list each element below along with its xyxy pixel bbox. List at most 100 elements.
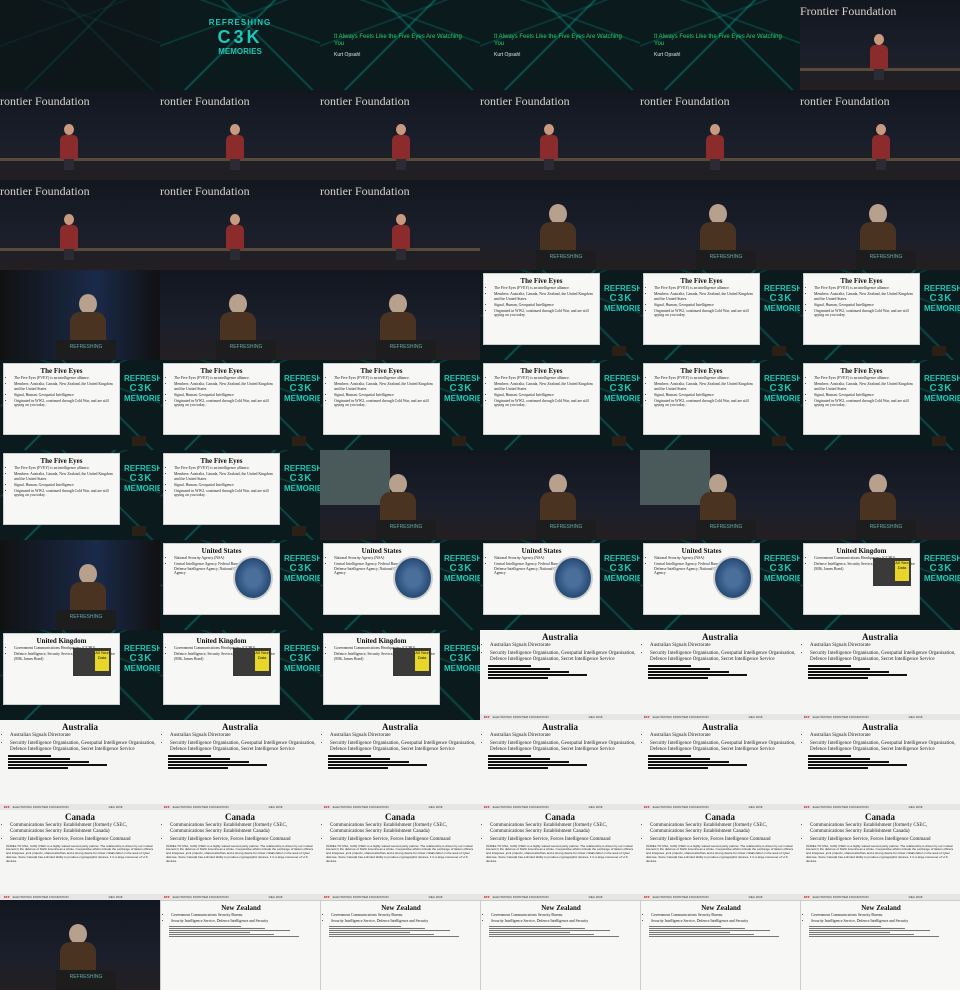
speaker-figure (60, 924, 96, 976)
canada-slide: CanadaCommunications Security Establishm… (640, 810, 800, 900)
text-line (809, 933, 915, 935)
slide-title: The Five Eyes (40, 367, 83, 375)
slide-bullet: Security Intelligence Organisation, Geos… (10, 741, 160, 753)
presenter-figure (226, 214, 244, 260)
frame-56: CanadaCommunications Security Establishm… (160, 810, 320, 900)
slide-bullets: The Five Eyes (FVEY) is an intelligence … (8, 466, 119, 498)
frame-66: New ZealandGovernment Communications Sec… (800, 900, 960, 990)
slide-bullet: The Five Eyes (FVEY) is an intelligence … (174, 466, 279, 471)
event-logo-bottom: MEMORIES (764, 304, 800, 313)
event-logo-bottom: MEMORIES (924, 304, 960, 313)
frame-39: United StatesNational Security Agency (N… (320, 540, 480, 630)
uk-slide: United KingdomGovernment Communications … (3, 633, 120, 705)
event-logo-mid: C3K (929, 563, 953, 574)
slide-bullets: Communications Security Establishment (f… (324, 823, 480, 843)
slide-bullets: Communications Security Establishment (f… (484, 823, 640, 843)
frame-42: United KingdomGovernment Communications … (800, 540, 960, 630)
speaker-figure (380, 474, 416, 526)
frame-29: The Five EyesThe Five Eyes (FVEY) is an … (640, 360, 800, 450)
event-logo-top: REFRESHING (284, 644, 320, 653)
frame-58: CanadaCommunications Security Establishm… (480, 810, 640, 900)
speaker-thumbnail (452, 436, 466, 446)
slide-bullet: Members: Australia, Canada, New Zealand,… (14, 472, 119, 481)
frame-65: New ZealandGovernment Communications Sec… (640, 900, 800, 990)
gchq-photo: All Your Data (233, 648, 271, 676)
foundation-banner: rontier Foundation (800, 94, 890, 108)
event-logo-bottom: MEMORIES (124, 484, 160, 493)
event-logo-bottom: MEMORIES (284, 574, 320, 583)
text-line (489, 931, 570, 933)
slide-title: Australia (382, 722, 418, 732)
slide-bullets: Australian Signals Directorate Security I… (804, 643, 960, 663)
event-logo-mid: C3K (449, 383, 473, 394)
lectern-logo: REFRESHING (549, 524, 583, 530)
slide-title: Canada (64, 812, 95, 822)
slide-bullet: Members: Australia, Canada, New Zealand,… (494, 292, 599, 301)
event-logo: REFRESHINGC3KMEMORIES (924, 554, 960, 583)
stage-scene: REFRESHING (0, 900, 160, 990)
slide-bullet: Members: Australia, Canada, New Zealand,… (814, 292, 919, 301)
event-logo: REFRESHINGC3KMEMORIES (604, 284, 640, 313)
lectern: REFRESHING (376, 520, 436, 540)
slide-bullet: Signal, Human, Geospatial Intelligence (494, 303, 599, 308)
event-logo: REFRESHINGC3KMEMORIES (444, 554, 480, 583)
redaction-bar (648, 766, 709, 769)
text-line (169, 925, 241, 927)
frame-7: rontier Foundation (0, 90, 160, 180)
document-excerpt (648, 664, 792, 679)
frame-17: REFRESHING (640, 180, 800, 270)
all-your-data-sign: All Your Data (95, 650, 109, 671)
event-logo-bottom: MEMORIES (124, 394, 160, 403)
slide-bullet: Members: Australia, Canada, New Zealand,… (494, 382, 599, 391)
event-logo: REFRESHINGC3KMEMORIES (124, 464, 160, 493)
event-logo-bottom: MEMORIES (444, 664, 480, 673)
slide-bullet: Government Communications Security Burea… (491, 913, 640, 918)
slide-title: The Five Eyes (680, 277, 723, 285)
speaker-name: Kurt Opsahl (654, 52, 681, 58)
footer-org: ELECTRONIC FRONTIER FOUNDATION (812, 895, 869, 899)
footer-org: ELECTRONIC FRONTIER FOUNDATION (492, 715, 549, 719)
australia-slide: AustraliaAustralian Signals Directorate S… (640, 630, 800, 720)
lectern-logo: REFRESHING (869, 524, 903, 530)
document-excerpt (168, 754, 312, 769)
redaction-bar (808, 673, 908, 676)
slide-title: The Five Eyes (840, 367, 883, 375)
frame-61: REFRESHING (0, 900, 160, 990)
five_eyes-slide: The Five EyesThe Five Eyes (FVEY) is an … (803, 363, 920, 435)
slide-title: New Zealand (541, 904, 581, 912)
new_zealand-slide: New ZealandGovernment Communications Sec… (480, 900, 640, 990)
slide-bullet: Signal, Human, Geospatial Intelligence (814, 303, 919, 308)
slide-bullet: Signal, Human, Geospatial Intelligence (174, 393, 279, 398)
frame-20: REFRESHING (160, 270, 320, 360)
us-slide: United StatesNational Security Agency (N… (643, 543, 760, 615)
slide-bullets: Government Communications Security Burea… (325, 913, 480, 924)
slide-title: The Five Eyes (520, 277, 563, 285)
speaker-thumbnail (932, 346, 946, 356)
event-logo: REFRESHINGC3KMEMORIES (444, 374, 480, 403)
speaker-thumbnail (292, 436, 306, 446)
frame-64: New ZealandGovernment Communications Sec… (480, 900, 640, 990)
speaker-figure (540, 474, 576, 526)
all-your-data-sign: All Your Data (415, 650, 429, 671)
redaction-bar (648, 754, 692, 757)
stage-scene: REFRESHING (320, 270, 480, 360)
frame-3: It Always Feels Like the Five Eyes Are W… (320, 0, 480, 90)
speaker-head (869, 204, 887, 224)
slide-bullet: Government Communications Security Burea… (651, 913, 800, 918)
event-logo-bottom: MEMORIES (218, 47, 262, 56)
presenter-legs (876, 159, 886, 170)
frame-37: REFRESHING (0, 540, 160, 630)
frame-41: United StatesNational Security Agency (N… (640, 540, 800, 630)
slide-bullet: Members: Australia, Canada, New Zealand,… (14, 382, 119, 391)
footer-date: DEC 2018 (108, 805, 123, 809)
slide-bullet: Security Intelligence Service, Forces In… (10, 837, 160, 843)
redaction-bar (808, 766, 869, 769)
slide-title: Australia (222, 722, 258, 732)
slide-bullet: The Five Eyes (FVEY) is an intelligence … (14, 376, 119, 381)
event-logo-bottom: MEMORIES (444, 574, 480, 583)
slide-title: The Five Eyes (840, 277, 883, 285)
slide-bullet: Australian Signals Directorate (490, 643, 640, 649)
redaction-bar (328, 766, 389, 769)
frame-28: The Five EyesThe Five Eyes (FVEY) is an … (480, 360, 640, 450)
presenter-head (544, 124, 554, 135)
